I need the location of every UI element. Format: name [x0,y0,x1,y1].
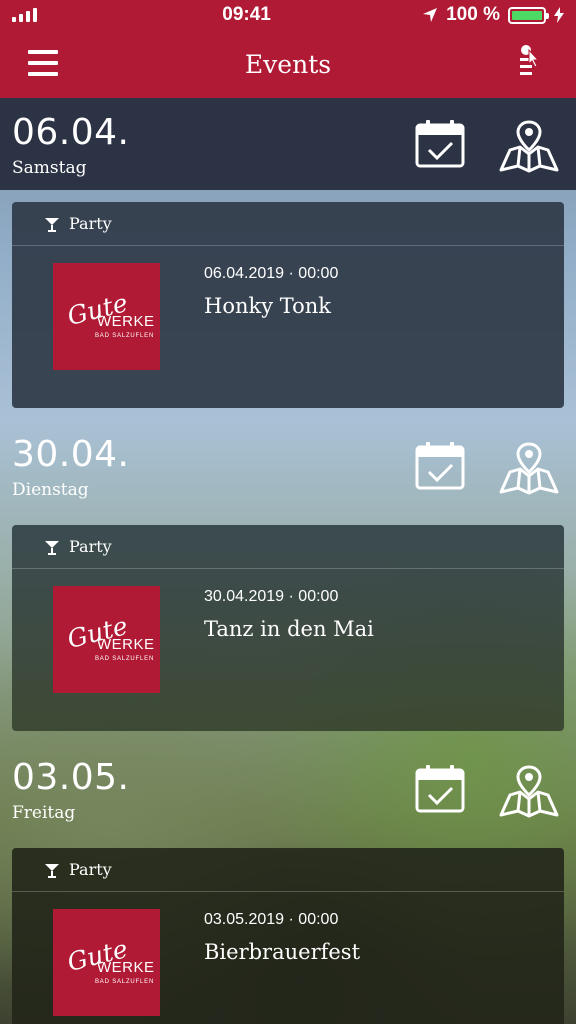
charging-bolt-icon [553,7,564,23]
venue-logo: Gute WERKE BAD SALZUFLEN [53,586,160,693]
map-location-icon[interactable] [498,763,560,819]
day-header: 06.04. Samstag [0,98,576,190]
signal-strength-icon [12,8,37,22]
event-category-row: Party [12,525,564,569]
day-weekday: Freitag [12,803,76,823]
hamburger-menu-icon[interactable] [28,50,58,76]
cocktail-icon [45,540,59,555]
add-to-calendar-icon[interactable] [414,118,466,170]
battery-percent: 100 % [446,4,500,25]
day-weekday: Dienstag [12,480,89,500]
event-datetime: 06.04.2019 · 00:00 [204,265,339,282]
day-weekday: Samstag [12,158,87,178]
event-category-row: Party [12,202,564,246]
event-category-row: Party [12,848,564,892]
day-header: 03.05. Freitag [0,743,576,835]
add-to-calendar-icon[interactable] [414,440,466,492]
event-category: Party [69,537,112,556]
nav-bar: Events [0,30,576,98]
day-date: 03.05. [12,757,130,798]
battery-icon [507,6,549,24]
event-card[interactable]: Party Gute WERKE BAD SALZUFLEN 03.05.201… [12,848,564,1024]
page-title: Events [244,49,332,79]
map-location-icon[interactable] [498,118,560,174]
event-category: Party [69,214,112,233]
event-card[interactable]: Party Gute WERKE BAD SALZUFLEN 30.04.201… [12,525,564,731]
status-time: 09:41 [222,4,271,25]
cocktail-icon [45,217,59,232]
day-header: 30.04. Dienstag [0,420,576,512]
event-title: Bierbrauerfest [204,940,361,964]
event-datetime: 30.04.2019 · 00:00 [204,588,339,605]
day-date: 30.04. [12,434,130,475]
add-to-calendar-icon[interactable] [414,763,466,815]
map-location-icon[interactable] [498,440,560,496]
event-datetime: 03.05.2019 · 00:00 [204,911,339,928]
venue-logo: Gute WERKE BAD SALZUFLEN [53,263,160,370]
event-category: Party [69,860,112,879]
cocktail-icon [45,863,59,878]
day-date: 06.04. [12,112,130,153]
event-card[interactable]: Party Gute WERKE BAD SALZUFLEN 06.04.201… [12,202,564,408]
status-bar: 09:41 100 % [0,0,576,30]
filter-settings-icon[interactable] [518,44,542,84]
event-title: Honky Tonk [204,294,332,318]
venue-logo: Gute WERKE BAD SALZUFLEN [53,909,160,1016]
event-title: Tanz in den Mai [204,617,374,641]
location-arrow-icon [423,8,438,22]
